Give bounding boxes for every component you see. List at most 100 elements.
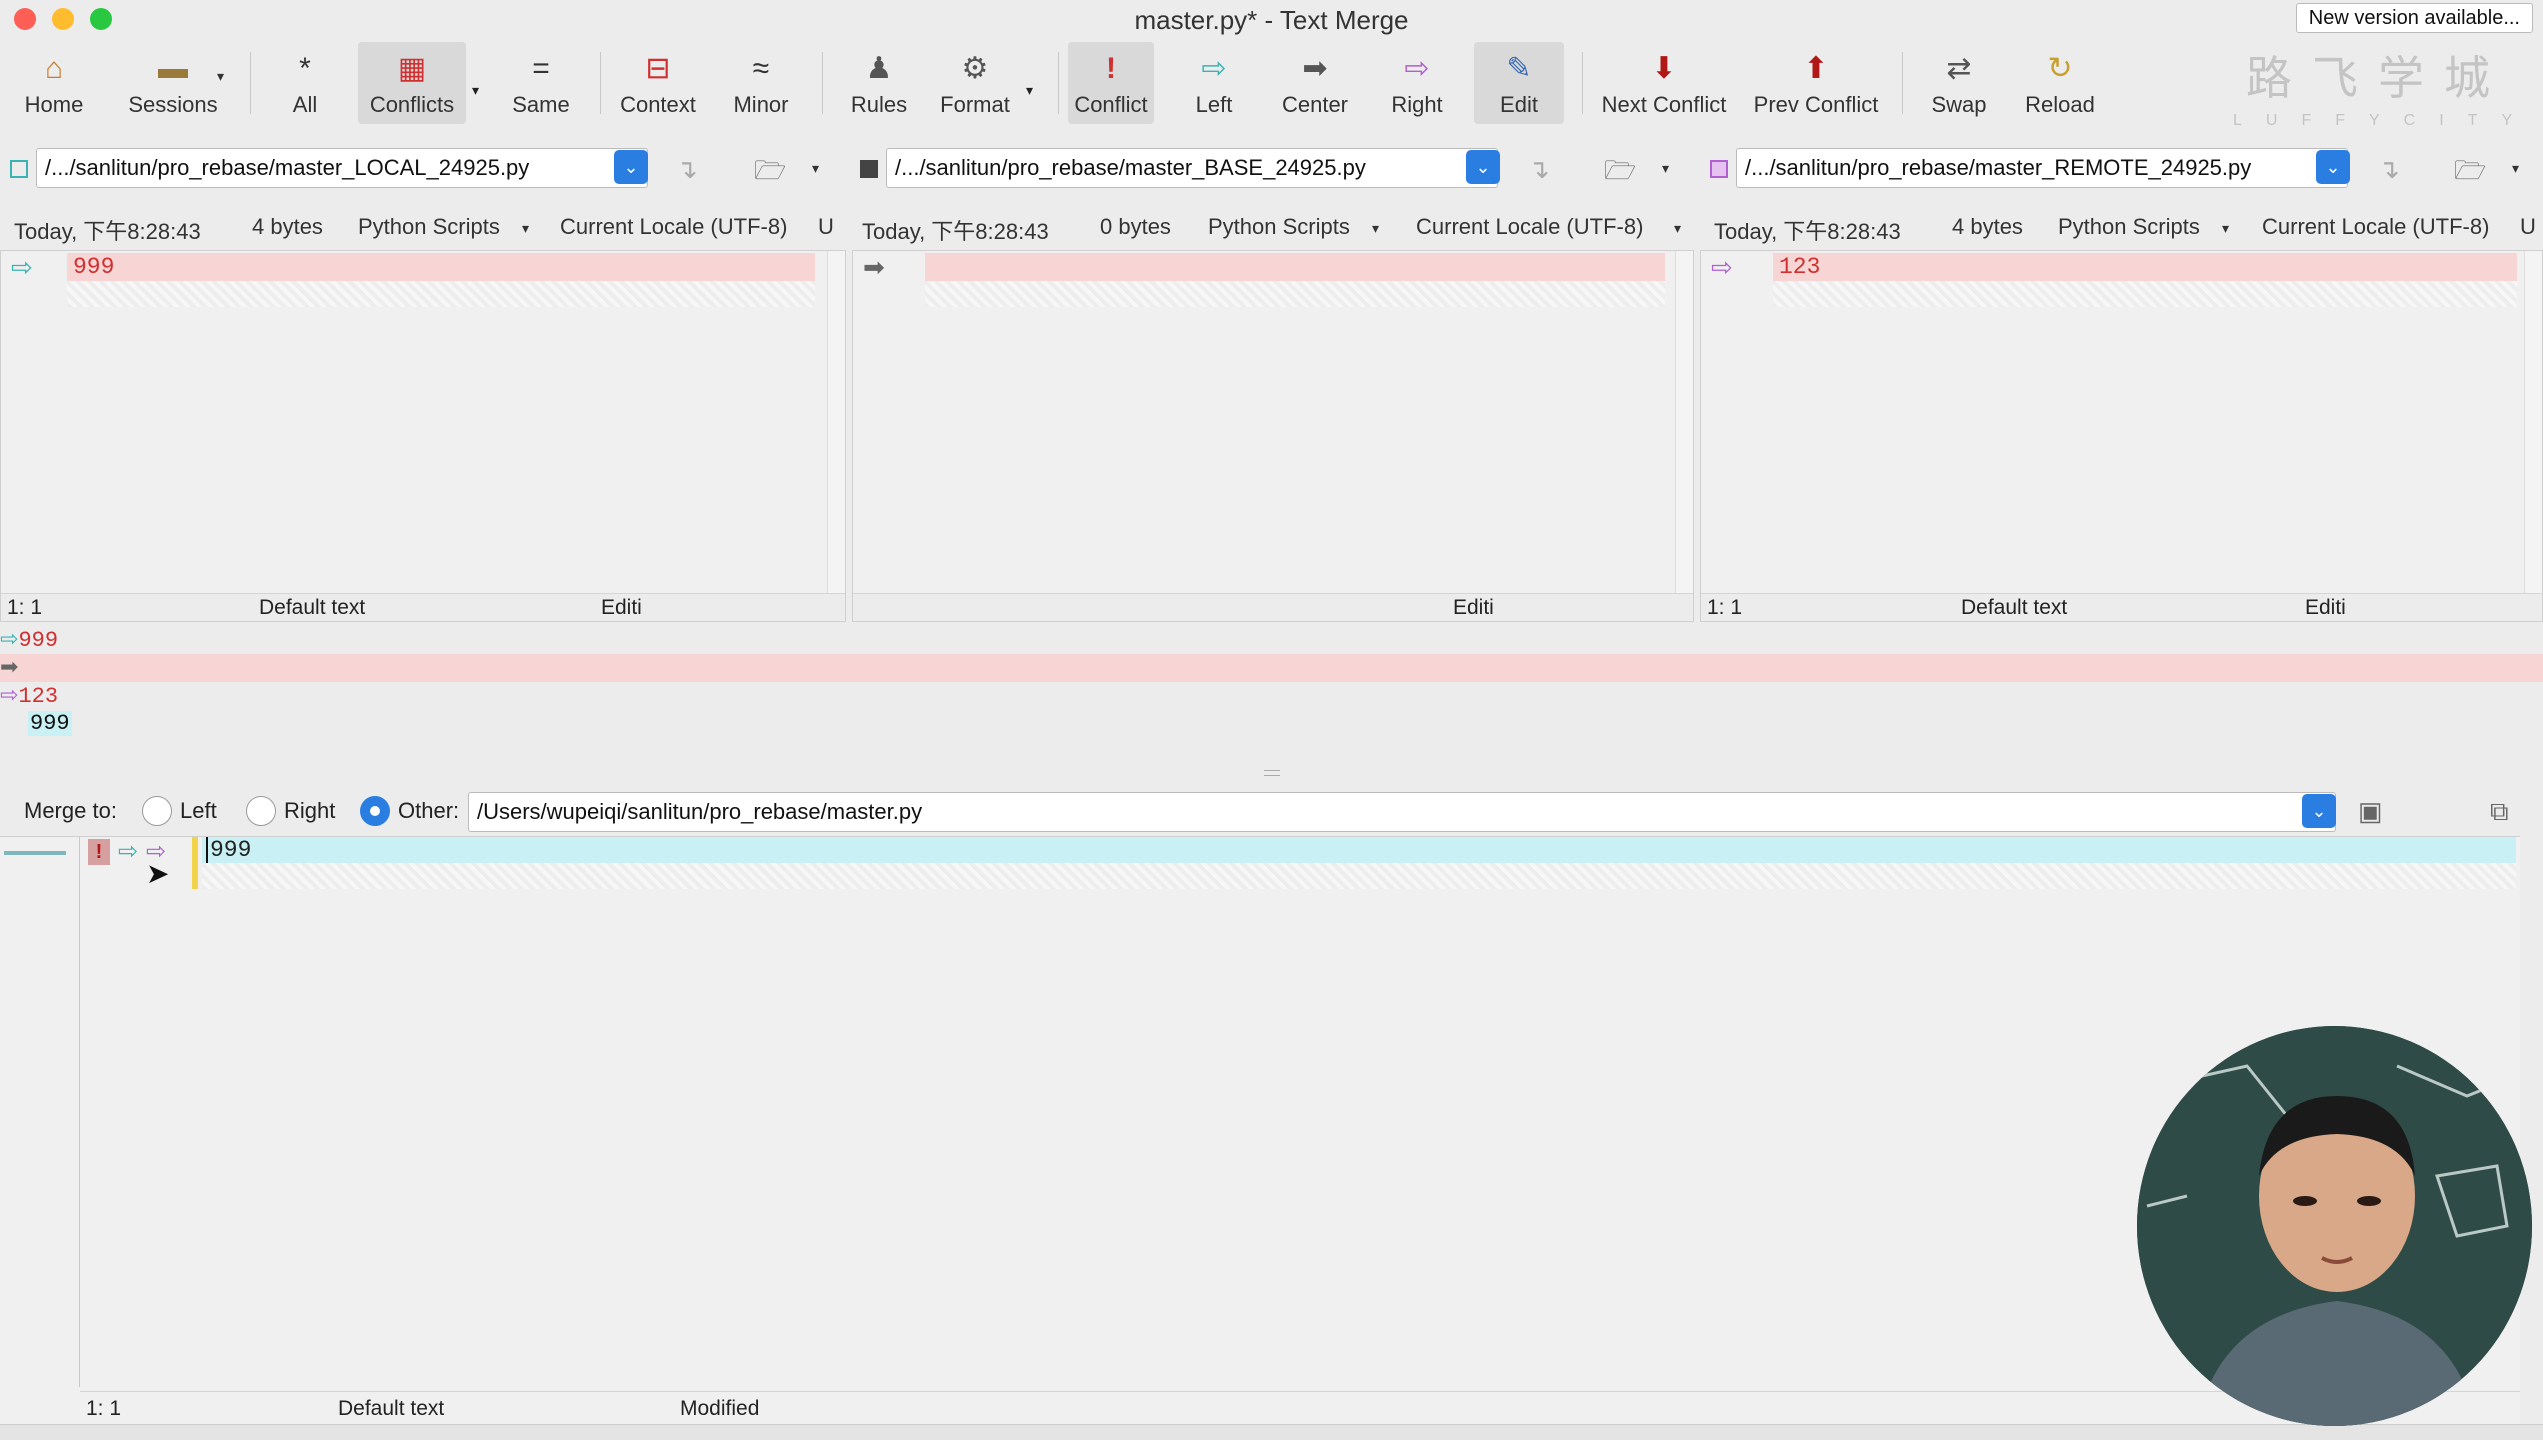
edit-button[interactable]: ✎ Edit [1474, 42, 1564, 124]
save-icon[interactable]: ▣ [2358, 796, 2383, 827]
local-extra: U [818, 214, 834, 239]
prev-conflict-button[interactable]: ⬆ Prev Conflict [1748, 42, 1884, 124]
local-scrollbar[interactable] [827, 251, 845, 593]
remote-folder-dropdown-icon[interactable]: ▾ [2512, 160, 2519, 177]
minimize-window-button[interactable] [52, 8, 74, 30]
base-scrollbar[interactable] [1675, 251, 1693, 593]
merge-output-path-field[interactable]: /Users/wupeiqi/sanlitun/pro_rebase/maste… [468, 792, 2336, 832]
remote-pane[interactable]: ⇨ 123 1: 1 Default text Editi [1700, 250, 2543, 622]
output-take-left-icon[interactable]: ⇨ [118, 837, 138, 866]
output-conflict-icon[interactable]: ! [88, 839, 110, 865]
remote-encoding-select[interactable]: Current Locale (UTF-8) [2262, 214, 2489, 240]
reload-button[interactable]: ↻ Reload [2022, 42, 2098, 124]
summary-remote-arrow-icon: ⇨ [0, 683, 19, 708]
reload-icon: ↻ [2047, 52, 2073, 85]
close-window-button[interactable] [14, 8, 36, 30]
swap-button[interactable]: ⇄ Swap [1928, 42, 1990, 124]
sessions-button[interactable]: ▬ Sessions ▾ [124, 42, 224, 124]
all-filter-button[interactable]: * All [280, 42, 330, 124]
merge-output-pane[interactable]: ! ⇨ ⇨ 999 ➤ 1: 1 Default text Modified [0, 836, 2520, 1424]
take-left-button[interactable]: ⇨ Left [1186, 42, 1242, 124]
local-edit-mode: Editi [601, 596, 642, 619]
sessions-dropdown-icon[interactable]: ▾ [217, 68, 224, 85]
merge-other-radio[interactable] [360, 796, 390, 826]
take-right-button[interactable]: ⇨ Right [1386, 42, 1448, 124]
home-button[interactable]: ⌂ Home [18, 42, 90, 124]
zoom-window-button[interactable] [90, 8, 112, 30]
output-line-highlight [202, 837, 2516, 863]
remote-format-chevron-icon: ▾ [2222, 220, 2230, 236]
local-text-mode: Default text [259, 596, 366, 619]
center-arrow-icon: ➡ [1302, 52, 1328, 85]
window-layout-icon[interactable]: ⧉ [2490, 796, 2509, 828]
conflicts-dropdown-icon[interactable]: ▾ [472, 82, 479, 99]
new-version-button[interactable]: New version available... [2295, 3, 2533, 33]
summary-base-line[interactable]: ➡ [0, 654, 2543, 682]
presenter-webcam [2137, 1026, 2532, 1426]
remote-status-bar: 1: 1 Default text Editi [1701, 593, 2542, 621]
base-folder-dropdown-icon[interactable]: ▾ [1662, 160, 1669, 177]
merge-left-label[interactable]: Left [180, 798, 217, 824]
base-merge-arrow-icon[interactable]: ↴ [1528, 154, 1550, 185]
remote-format-select[interactable]: Python Scripts [2058, 214, 2200, 240]
base-take-arrow-icon[interactable]: ➡ [863, 253, 885, 281]
context-filter-button[interactable]: ⊟ Context [614, 42, 702, 124]
merge-right-radio[interactable] [246, 796, 276, 826]
conflicts-filter-button[interactable]: ▦ Conflicts [358, 42, 466, 124]
watermark-logo: 路飞学城 LUFFYCITY [2233, 51, 2537, 129]
same-filter-button[interactable]: = Same [508, 42, 574, 124]
local-encoding-select[interactable]: Current Locale (UTF-8) [560, 214, 787, 240]
remote-path-field[interactable]: /.../sanlitun/pro_rebase/master_REMOTE_2… [1736, 148, 2348, 188]
base-encoding-select[interactable]: Current Locale (UTF-8) [1416, 214, 1643, 240]
conflict-icon: ! [1106, 52, 1116, 85]
local-path-dropdown-button[interactable]: ⌄ [614, 150, 648, 184]
remote-line-text[interactable]: 123 [1779, 253, 1820, 281]
left-arrow-icon: ⇨ [1201, 52, 1227, 85]
local-format-chevron-icon: ▾ [522, 220, 530, 236]
summary-base-arrow-icon: ➡ [0, 655, 19, 680]
remote-take-arrow-icon[interactable]: ⇨ [1711, 253, 1733, 281]
base-open-folder-icon[interactable]: 🗁 [1604, 152, 1636, 196]
local-pane[interactable]: ⇨ 999 1: 1 Default text Editi [0, 250, 846, 622]
base-encoding-chevron-icon: ▾ [1674, 220, 1682, 236]
remote-merge-arrow-icon[interactable]: ↴ [2378, 154, 2400, 185]
next-conflict-button[interactable]: ⬇ Next Conflict [1594, 42, 1734, 124]
local-merge-arrow-icon[interactable]: ↴ [676, 154, 698, 185]
local-path-field[interactable]: /.../sanlitun/pro_rebase/master_LOCAL_24… [36, 148, 648, 188]
output-line-text[interactable]: 999 [206, 837, 251, 863]
window-title: master.py* - Text Merge [1134, 4, 1409, 35]
remote-extra: U [2520, 214, 2536, 239]
base-format-chevron-icon: ▾ [1372, 220, 1380, 236]
base-format-select[interactable]: Python Scripts [1208, 214, 1350, 240]
summary-remote-line[interactable]: ⇨123 [0, 682, 2543, 710]
remote-scrollbar[interactable] [2524, 251, 2542, 593]
rules-icon: ♟ [865, 52, 893, 85]
local-take-arrow-icon[interactable]: ⇨ [11, 253, 33, 281]
format-button[interactable]: ⚙ Format [934, 42, 1016, 124]
take-center-button[interactable]: ➡ Center [1278, 42, 1352, 124]
local-folder-dropdown-icon[interactable]: ▾ [812, 160, 819, 177]
format-icon: ⚙ [961, 52, 989, 85]
summary-result-line[interactable]: 999 [0, 710, 2543, 738]
local-format-select[interactable]: Python Scripts [358, 214, 500, 240]
equals-icon: = [532, 52, 550, 85]
conflict-button[interactable]: ! Conflict [1068, 42, 1154, 124]
merge-left-radio[interactable] [142, 796, 172, 826]
minor-filter-button[interactable]: ≈ Minor [728, 42, 794, 124]
merge-path-dropdown-button[interactable]: ⌄ [2302, 794, 2336, 828]
remote-open-folder-icon[interactable]: 🗁 [2454, 152, 2486, 196]
remote-path-dropdown-button[interactable]: ⌄ [2316, 150, 2350, 184]
format-dropdown-icon[interactable]: ▾ [1026, 82, 1033, 99]
splitter-handle[interactable] [1264, 770, 1280, 776]
rules-button[interactable]: ♟ Rules [846, 42, 912, 124]
local-cursor-pos: 1: 1 [7, 596, 43, 619]
local-line-text[interactable]: 999 [73, 253, 114, 281]
merge-right-label[interactable]: Right [284, 798, 335, 824]
base-path-dropdown-button[interactable]: ⌄ [1466, 150, 1500, 184]
base-path-field[interactable]: /.../sanlitun/pro_rebase/master_BASE_249… [886, 148, 1498, 188]
merge-other-label[interactable]: Other: [398, 798, 459, 824]
summary-local-line[interactable]: ⇨999 [0, 626, 2543, 654]
base-pane[interactable]: ➡ Editi [852, 250, 1694, 622]
local-open-folder-icon[interactable]: 🗁 [754, 152, 786, 196]
base-edit-mode: Editi [1453, 596, 1494, 619]
